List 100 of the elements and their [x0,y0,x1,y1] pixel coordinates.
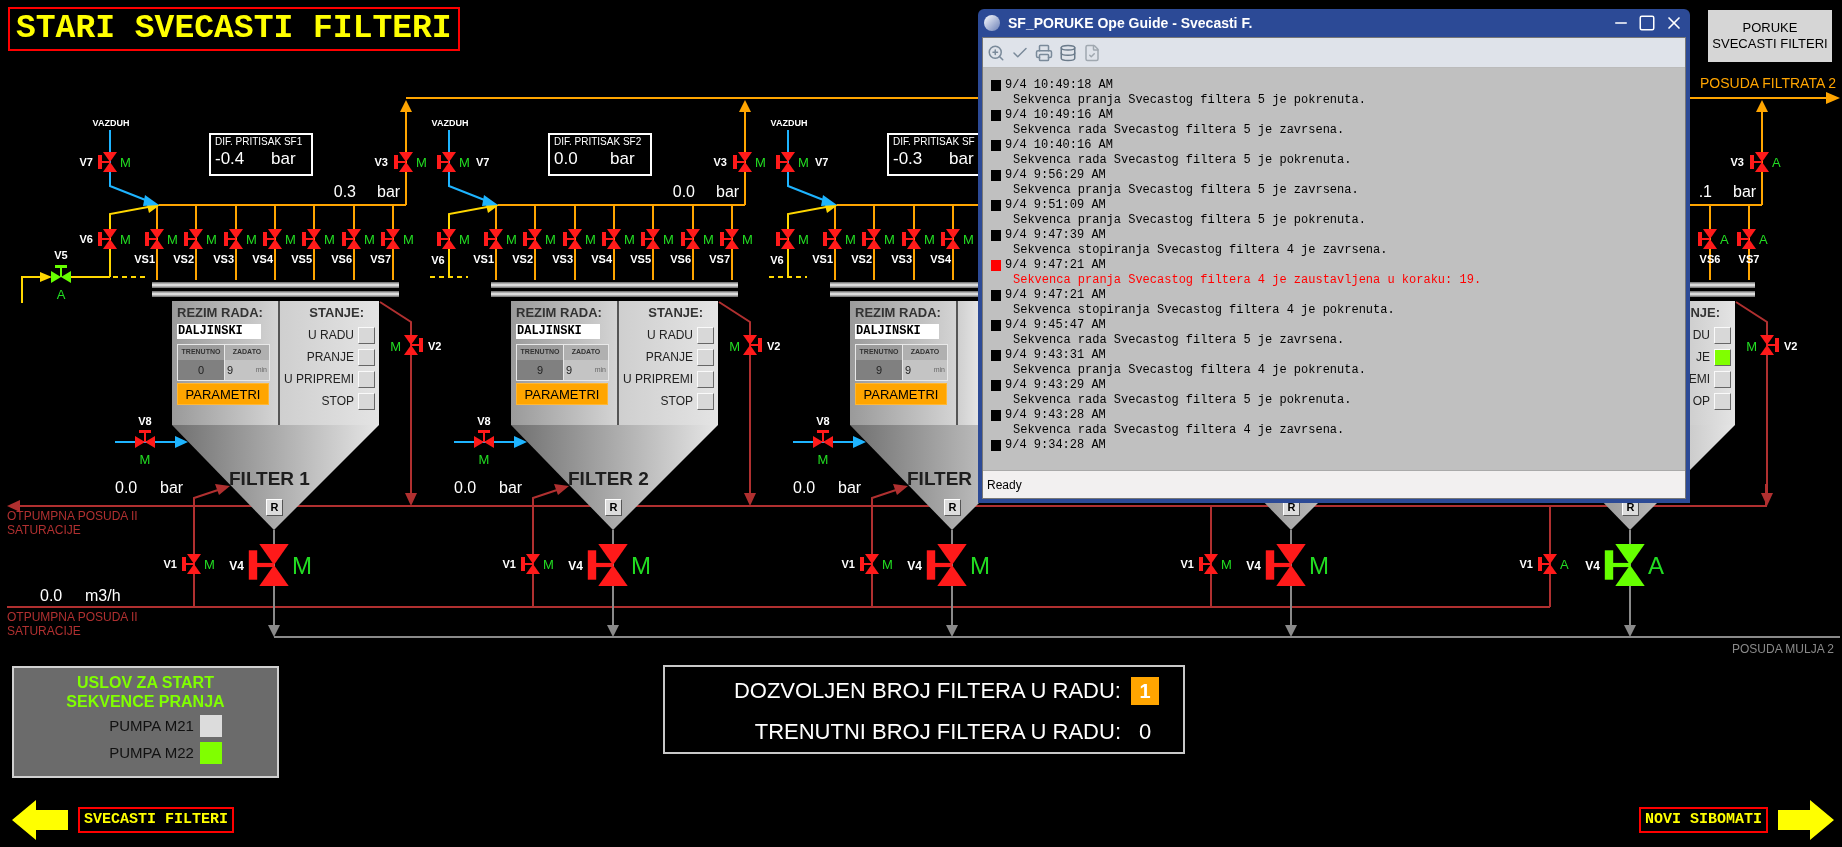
message-text: Sekvenca pranja Svecastog filtera 4 je pokrenuta. [1012,363,1367,378]
valve-label: V8 [816,415,830,427]
message-time: 9/4 9:43:31 AM [1005,348,1106,363]
message-text: Sekvenca rada Svecastog filtera 5 je zavrsena. [1012,333,1346,348]
valve-label: V7 [476,156,490,168]
mode-label: A [1560,557,1569,572]
mode-label: M [742,232,753,247]
state-label: DU [1692,327,1710,344]
pressure-value: 0.0 [454,479,477,496]
mode-label: A [1648,552,1664,579]
parameters-button[interactable]: PARAMETRI [516,383,608,405]
valve-label: V3 [374,156,388,168]
message-text: Sekvenca pranja Svecastog filtera 5 je zavrsena. [1012,183,1360,198]
message-time: 9/4 9:47:21 AM [1005,258,1106,273]
mode-label: M [631,552,651,579]
outlet-label: POSUDA MULJA 2 [1731,641,1834,658]
reset-button[interactable]: R [605,499,622,516]
valve-label: V4 [229,559,244,573]
pressure-value: 0.3 [333,183,356,200]
message-time: 9/4 9:56:29 AM [1005,168,1106,183]
filter-name: FILTER [907,468,973,489]
message-text: Sekvenca pranja Svecastog filtera 5 je pokrenuta. [1012,93,1367,108]
state-label: U RADU [647,327,693,344]
valve-label: VS1 [134,253,155,265]
valve-label: VS3 [552,253,573,265]
valve-label: V8 [138,415,152,427]
valve-icon[interactable] [51,265,71,283]
reset-button[interactable]: R [266,499,283,516]
valve-label: VS4 [252,253,273,265]
message-text: Sekvenca rada Svecastog filtera 5 je pokrenuta. [1012,153,1353,168]
count-label: TRENUTNI BROJ FILTERA U RADU: [754,717,1121,746]
mode-label: M [585,232,596,247]
state-title: NJE: [1690,305,1721,321]
state-label: PRANJE [645,349,693,366]
message-time: 9/4 9:47:21 AM [1005,288,1106,303]
zoom-icon[interactable] [987,43,1005,62]
valve-label: V2 [428,340,442,352]
pressure-unit: bar [160,479,184,496]
mode-label: M [459,232,470,247]
state-label: STOP [660,393,693,410]
count-label: DOZVOLJEN BROJ FILTERA U RADU: [733,677,1121,705]
mode-label: A [1772,155,1781,170]
mode-label: M [755,155,766,170]
mode-label: A [1759,232,1768,247]
navigation-link[interactable]: NOVI SIBOMATI [1638,807,1768,833]
reset-button[interactable]: R [944,499,961,516]
valve-label: V4 [568,559,583,573]
mode-label: M [798,155,809,170]
left-arrow-icon[interactable] [12,800,68,840]
message-text: Sekvenca pranja Svecastog filtera 5 je pokrenuta. [1012,213,1367,228]
pump-label: PUMPA M21 [109,716,194,736]
valve-label: V3 [1730,156,1744,168]
mode-label: M [292,552,312,579]
message-time: 9/4 10:40:16 AM [1005,138,1114,153]
message-time: 9/4 10:49:16 AM [1005,108,1114,123]
display-title: DIF. PRITISAK SF [893,135,974,149]
messages-button[interactable]: PORUKE SVECASTI FILTERI [1708,10,1832,62]
print-icon[interactable] [1035,43,1053,62]
state-title: STANJE: [648,305,704,321]
status-bar: Ready [983,470,1685,498]
mode-label: M [120,155,131,170]
state-title: STANJE: [309,305,365,321]
right-arrow-icon[interactable] [1778,800,1834,840]
maximize-icon[interactable] [1638,14,1656,32]
database-icon[interactable] [1059,43,1077,62]
mode-label: M [364,232,375,247]
mode-label: M [1221,557,1232,572]
pressure-unit: bar [716,183,740,200]
mode-label: M [139,452,151,467]
navigation-link[interactable]: SVECASTI FILTERI [78,807,235,833]
outlet-label: OTPUMPNA POSUDA II SATURACIJE [7,610,139,638]
pressure-value: .1 [1698,183,1712,200]
mode-label: M [545,232,556,247]
mode-label: M [206,232,217,247]
pressure-unit: bar [499,479,523,496]
mode-label: M [1746,339,1757,354]
display-unit: bar [610,149,635,169]
condition-title: USLOV ZA START SEKVENCE PRANJA [66,673,225,711]
message-time: 9/4 10:49:18 AM [1005,78,1114,93]
mode-label: M [845,232,856,247]
mode-label: M [884,232,895,247]
parameters-button[interactable]: PARAMETRI [177,383,269,405]
valve-label: V7 [79,156,93,168]
state-label: U RADU [308,327,354,344]
valve-label: VS2 [512,253,533,265]
filter-plate-drawing [1690,282,1755,297]
air-label: VAZDUH [770,118,808,128]
mode-label: M [924,232,935,247]
set-time-value: 9 [905,362,912,378]
flow-unit: m3/h [85,587,121,604]
valve-icon[interactable] [1604,544,1645,586]
mode-value: DALJINSKI [177,324,261,339]
display-value: -0.3 [893,149,924,169]
mode-label: M [1309,552,1329,579]
mode-label: M [285,232,296,247]
mode-label: M [963,232,974,247]
valve-label: VS6 [670,253,691,265]
mode-label: M [478,452,490,467]
display-unit: bar [949,149,974,169]
parameters-button[interactable]: PARAMETRI [855,383,947,405]
